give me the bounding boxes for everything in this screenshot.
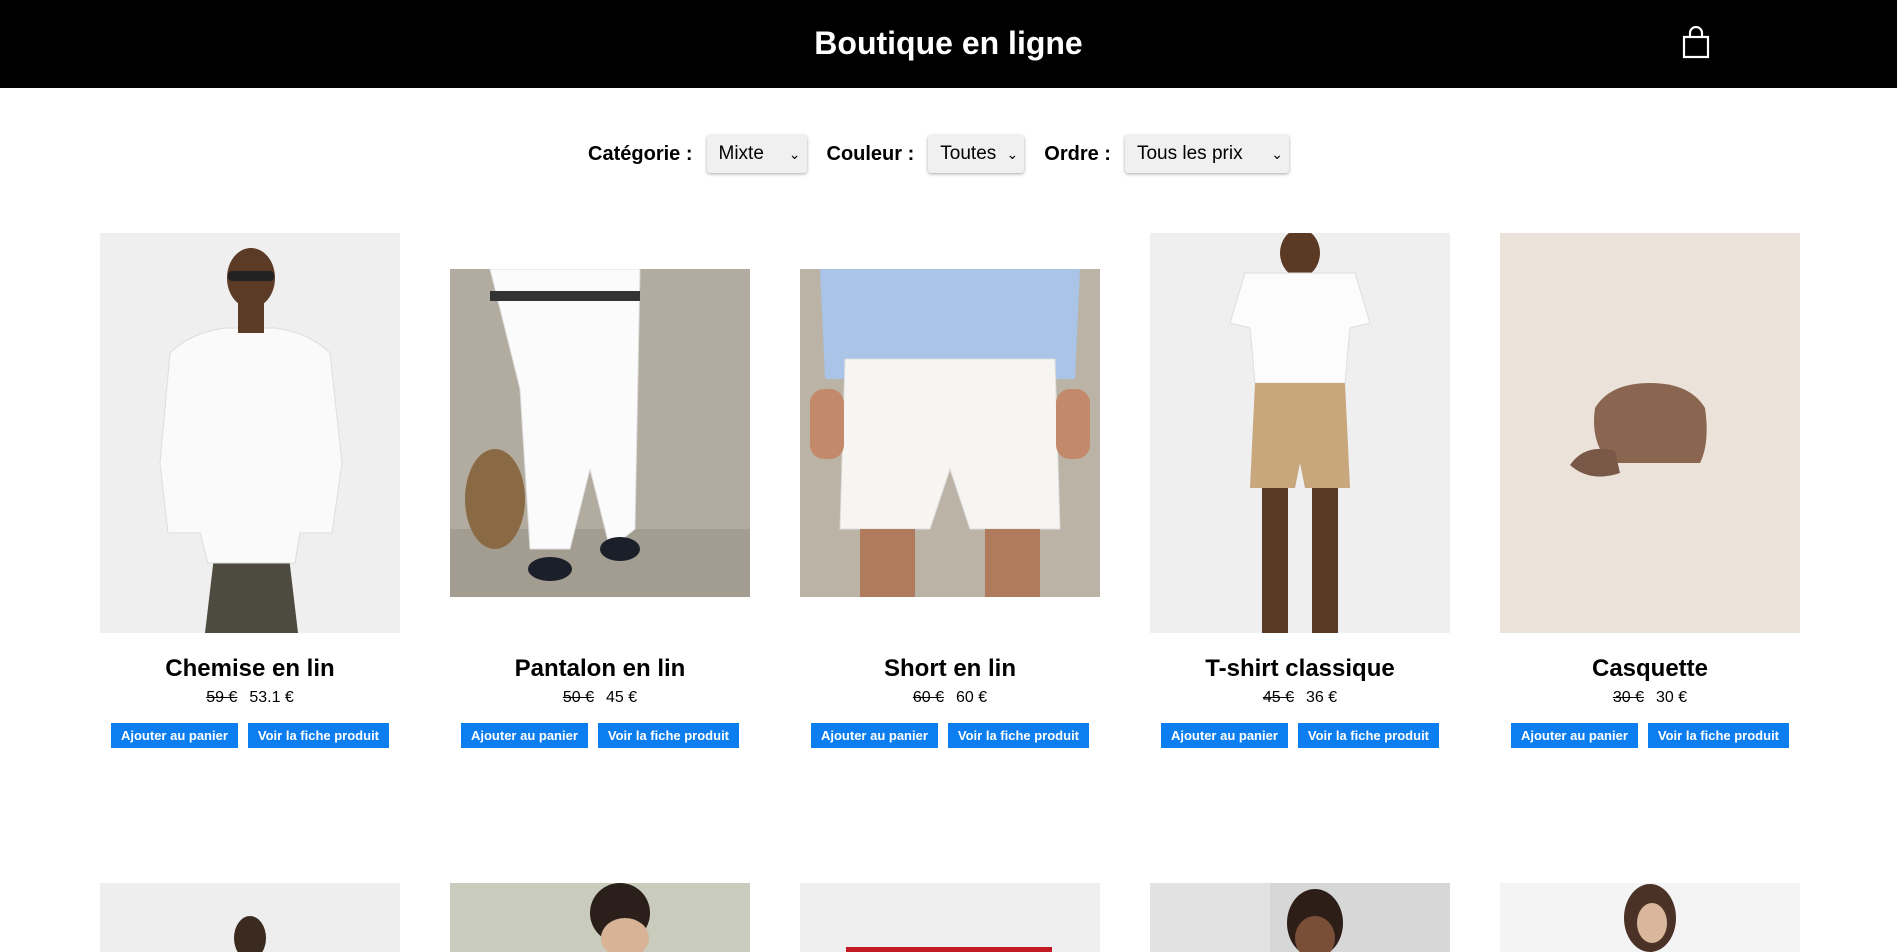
product-actions: Ajouter au panier Voir la fiche produit [1150, 723, 1450, 748]
chevron-down-icon: ⌄ [788, 146, 801, 162]
product-image[interactable] [800, 269, 1100, 597]
chevron-down-icon: ⌄ [1271, 146, 1283, 162]
add-to-cart-button[interactable]: Ajouter au panier [1510, 723, 1638, 748]
product-name: Pantalon en lin [514, 655, 686, 682]
add-to-cart-button[interactable]: Ajouter au panier [460, 723, 588, 748]
product-image[interactable] [1150, 233, 1450, 633]
product-image[interactable] [1500, 883, 1800, 952]
product-price: 60 € 60 € [800, 689, 1100, 707]
old-price: 30 € [1612, 689, 1644, 706]
product-name: Casquette [1591, 655, 1709, 682]
product-actions: Ajouter au panier Voir la fiche produit [800, 723, 1100, 748]
product-image[interactable] [1150, 883, 1450, 952]
product-name: Short en lin [884, 655, 1016, 682]
current-price: 53.1 € [249, 689, 294, 706]
order-select-value: Tous les prix [1136, 143, 1243, 164]
chevron-down-icon: ⌄ [1006, 146, 1019, 162]
product-name: T-shirt classique [1205, 655, 1395, 682]
order-select[interactable]: Tous les prix ⌄ [1124, 135, 1289, 173]
product-actions: Ajouter au panier Voir la fiche produit [1500, 723, 1800, 748]
add-to-cart-button[interactable]: Ajouter au panier [1160, 723, 1288, 748]
product-name: Chemise en lin [165, 655, 335, 682]
site-header: Boutique en ligne [0, 0, 1897, 88]
view-product-button[interactable]: Voir la fiche produit [247, 723, 390, 748]
color-select-value: Toutes [940, 143, 997, 164]
category-label: Catégorie : [588, 142, 693, 165]
add-to-cart-button[interactable]: Ajouter au panier [110, 723, 238, 748]
old-price: 60 € [912, 689, 944, 706]
view-product-button[interactable]: Voir la fiche produit [597, 723, 740, 748]
current-price: 45 € [606, 689, 638, 706]
view-product-button[interactable]: Voir la fiche produit [947, 723, 1090, 748]
old-price: 59 € [206, 689, 238, 706]
product-price: 59 € 53.1 € [100, 689, 400, 707]
product-price: 30 € 30 € [1500, 689, 1800, 707]
category-select[interactable]: Mixte ⌄ [706, 135, 807, 173]
product-image[interactable] [450, 269, 750, 597]
filter-bar: Catégorie : Mixte ⌄ Couleur : Toutes ⌄ O… [0, 134, 1897, 174]
category-select-value: Mixte [718, 143, 764, 164]
color-label: Couleur : [826, 142, 915, 165]
order-label: Ordre : [1044, 142, 1111, 165]
shopping-bag-icon[interactable] [1680, 26, 1712, 60]
site-title: Boutique en ligne [814, 25, 1083, 61]
product-image[interactable] [800, 883, 1100, 952]
product-actions: Ajouter au panier Voir la fiche produit [100, 723, 400, 748]
color-select[interactable]: Toutes ⌄ [928, 135, 1025, 173]
product-image[interactable] [100, 883, 400, 952]
current-price: 30 € [1656, 689, 1688, 706]
view-product-button[interactable]: Voir la fiche produit [1647, 723, 1790, 748]
product-image[interactable] [100, 233, 400, 633]
product-price: 50 € 45 € [450, 689, 750, 707]
current-price: 60 € [956, 689, 988, 706]
view-product-button[interactable]: Voir la fiche produit [1297, 723, 1440, 748]
product-actions: Ajouter au panier Voir la fiche produit [450, 723, 750, 748]
product-image[interactable] [450, 883, 750, 952]
product-price: 45 € 36 € [1150, 689, 1450, 707]
product-image[interactable] [1500, 233, 1800, 633]
add-to-cart-button[interactable]: Ajouter au panier [810, 723, 938, 748]
current-price: 36 € [1306, 689, 1338, 706]
old-price: 50 € [562, 689, 594, 706]
old-price: 45 € [1262, 689, 1294, 706]
